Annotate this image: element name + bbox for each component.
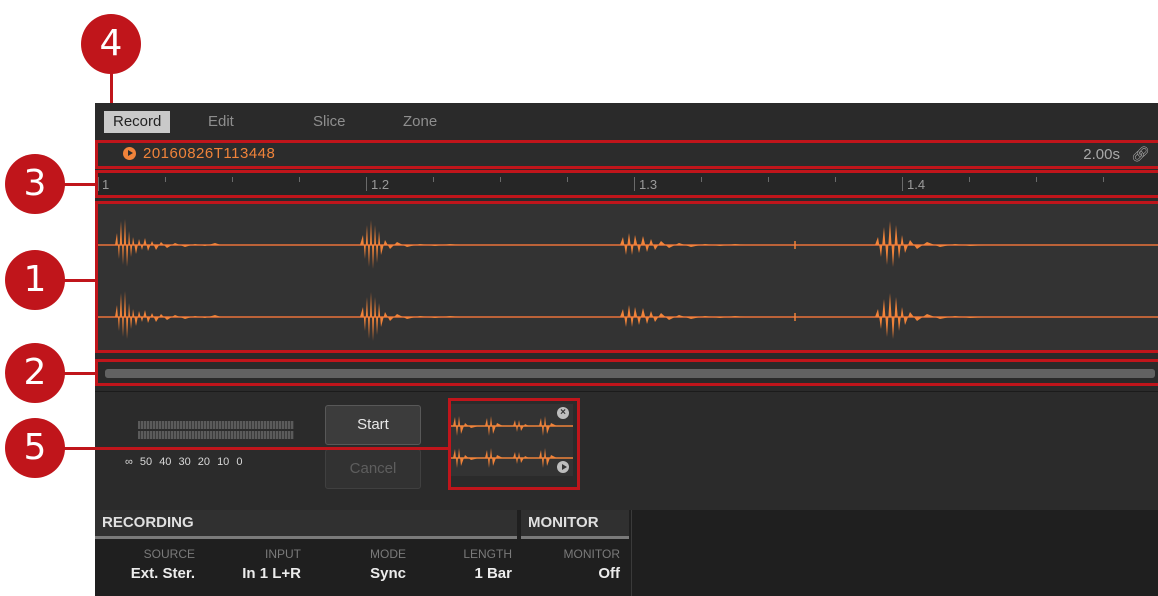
- section-divider: [631, 510, 632, 596]
- start-button[interactable]: Start: [325, 405, 421, 445]
- tab-slice[interactable]: Slice: [304, 111, 355, 133]
- param-source-value[interactable]: Ext. Ster.: [95, 565, 195, 582]
- monitor-section-header: MONITOR: [521, 510, 629, 536]
- frame-info-bar: [95, 140, 1158, 169]
- level-meter: [138, 421, 294, 440]
- monitor-section-line: [521, 536, 629, 539]
- meter-scale: ∞ 50 40 30 20 10 0: [125, 456, 243, 468]
- param-length-value[interactable]: 1 Bar: [412, 565, 512, 582]
- frame-ruler: [95, 170, 1158, 198]
- recording-section-line: [95, 536, 517, 539]
- param-input-value[interactable]: In 1 L+R: [201, 565, 301, 582]
- frame-thumbnail: [448, 398, 580, 490]
- frame-scrollbar: [95, 359, 1158, 386]
- param-length-label: LENGTH: [463, 547, 512, 561]
- param-mode-value[interactable]: Sync: [306, 565, 406, 582]
- level-meter-left: [138, 421, 294, 429]
- param-mode-label: MODE: [370, 547, 406, 561]
- tab-record[interactable]: Record: [104, 111, 171, 133]
- callout-5-leader: [60, 447, 450, 450]
- callout-3-leader: [60, 183, 98, 186]
- parameter-area: RECORDING MONITOR SOURCE Ext. Ster. INPU…: [95, 510, 1158, 596]
- param-source-label: SOURCE: [143, 547, 195, 561]
- level-meter-right: [138, 431, 294, 439]
- callout-3: 3: [5, 154, 65, 214]
- cancel-button[interactable]: Cancel: [325, 449, 421, 489]
- callout-4: 4: [81, 14, 141, 74]
- callout-1-leader: [60, 279, 98, 282]
- callout-2: 2: [5, 343, 65, 403]
- param-monitor-label: MONITOR: [563, 547, 620, 561]
- callout-1: 1: [5, 250, 65, 310]
- param-monitor-value[interactable]: Off: [520, 565, 620, 582]
- tab-zone[interactable]: Zone: [394, 111, 446, 133]
- recording-section-header: RECORDING: [95, 510, 517, 536]
- param-input-label: INPUT: [265, 547, 301, 561]
- tab-edit[interactable]: Edit: [199, 111, 243, 133]
- frame-waveform: [95, 201, 1158, 353]
- callout-2-leader: [60, 372, 98, 375]
- callout-5: 5: [5, 418, 65, 478]
- recorder-area: ∞ 50 40 30 20 10 0 Start Cancel ×: [95, 391, 1158, 510]
